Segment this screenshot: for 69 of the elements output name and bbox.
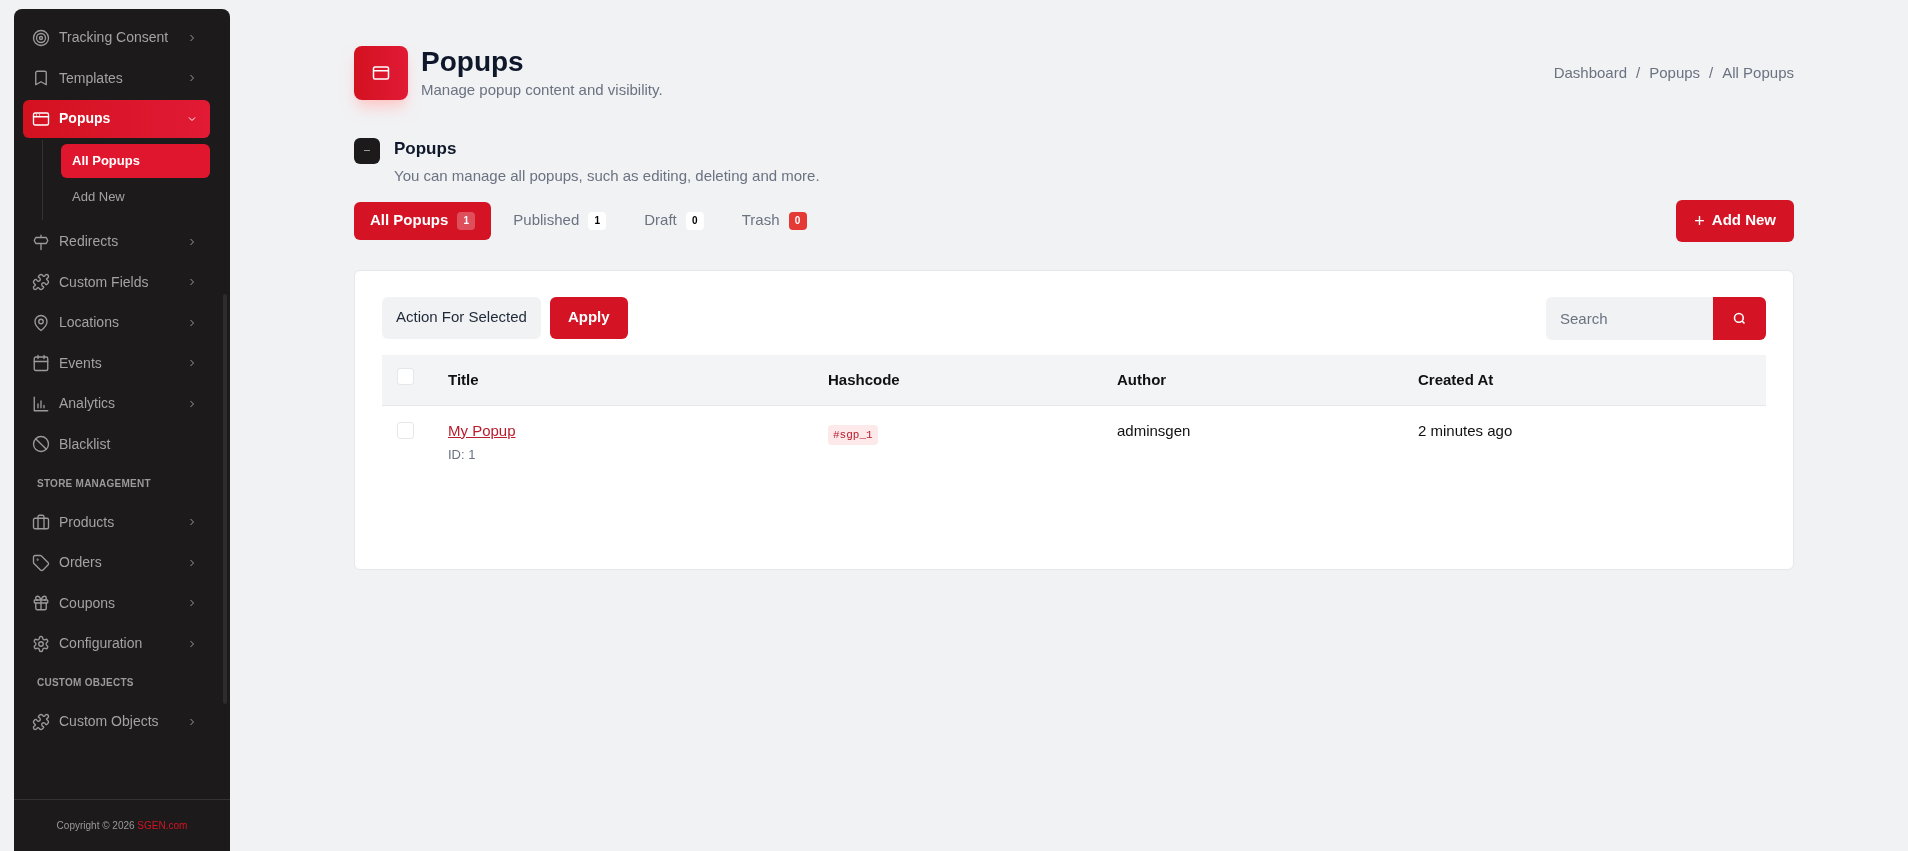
tab[interactable]: Published 1: [497, 201, 623, 240]
breadcrumb-separator: /: [1709, 63, 1714, 83]
column-header: Created At: [1418, 370, 1494, 388]
breadcrumb-link[interactable]: Dashboard: [1553, 62, 1628, 85]
sidebar-item[interactable]: Events: [23, 344, 210, 382]
gift-icon: [32, 594, 50, 612]
checkbox[interactable]: [397, 368, 414, 385]
created-time: 2 minutes ago: [1418, 422, 1513, 439]
sidebar-item[interactable]: Orders: [23, 543, 210, 582]
bookmark-icon: [32, 69, 50, 87]
column-header: Hashcode: [828, 370, 900, 388]
calendar-icon: [32, 354, 50, 372]
puzzle-icon: [32, 712, 50, 731]
sidebar-item[interactable]: Coupons: [23, 584, 210, 622]
search-button[interactable]: [1713, 296, 1766, 340]
tab[interactable]: Trash 0: [725, 201, 823, 240]
column-header: Title: [448, 370, 479, 388]
count-badge: 1: [588, 211, 607, 230]
sidebar-item[interactable]: Popups: [23, 99, 210, 138]
tag-icon: [32, 553, 50, 572]
count-badge: 0: [685, 211, 704, 230]
window-icon: [354, 46, 408, 101]
search-field[interactable]: Search: [1546, 296, 1713, 340]
count-badge: 1: [457, 211, 476, 230]
section-title: Popups: [394, 137, 458, 160]
sidebar-item[interactable]: Blacklist: [23, 425, 210, 463]
search-icon: [1732, 310, 1747, 326]
sidebar-item[interactable]: Templates: [23, 59, 210, 97]
sidebar-item[interactable]: Configuration: [23, 624, 210, 663]
author-name: adminsgen: [1117, 422, 1191, 439]
copyright-text: Copyright © 2026 SGEN.com: [56, 819, 188, 833]
bulk-action-select[interactable]: Action For Selected: [382, 296, 541, 339]
sidebar-item[interactable]: Custom Objects: [23, 702, 210, 741]
target-icon: [32, 28, 50, 47]
sidebar-item[interactable]: Locations: [23, 303, 210, 342]
section-description: You can manage all popups, such as editing, deleting and more.: [394, 166, 820, 186]
submenu-item[interactable]: All Popups: [61, 144, 210, 178]
map-pin-icon: [32, 313, 50, 332]
sidebar-item[interactable]: Analytics: [23, 384, 210, 423]
tab[interactable]: All Popups 1: [354, 201, 492, 240]
sidebar-item[interactable]: Products: [23, 503, 210, 541]
count-badge: 0: [788, 211, 807, 230]
popup-id: ID: 1: [448, 445, 476, 464]
breadcrumb-separator: /: [1636, 63, 1641, 83]
bar-chart-icon: [32, 394, 50, 413]
sidebar-item[interactable]: Redirects: [23, 222, 210, 261]
section-heading: STORE MANAGEMENT: [36, 476, 152, 491]
breadcrumb-link[interactable]: Popups: [1649, 62, 1701, 85]
submenu-item[interactable]: Add New: [61, 180, 210, 214]
puzzle-icon: [32, 273, 50, 291]
sidebar-item[interactable]: Tracking Consent: [23, 18, 210, 57]
briefcase-icon: [32, 513, 50, 531]
column-header: Author: [1117, 370, 1167, 388]
settings-icon: [32, 634, 50, 653]
minus-icon: [354, 137, 380, 164]
apply-button[interactable]: Apply: [549, 296, 628, 339]
tab[interactable]: Draft 0: [628, 201, 720, 240]
sidebar-item[interactable]: Custom Fields: [23, 263, 210, 301]
ban-icon: [32, 435, 50, 453]
add-new-button[interactable]: + Add New: [1676, 199, 1794, 242]
breadcrumb-link[interactable]: All Popups: [1722, 62, 1794, 85]
page-title: Popups: [421, 45, 525, 79]
checkbox[interactable]: [397, 422, 414, 439]
popup-title-link[interactable]: My Popup: [448, 420, 516, 443]
signpost-icon: [32, 232, 50, 251]
window-icon: [32, 109, 50, 128]
hashcode-tag: #sgp_1: [828, 425, 878, 445]
section-heading: CUSTOM OBJECTS: [36, 676, 135, 690]
page-subtitle: Manage popup content and visibility.: [421, 80, 663, 100]
